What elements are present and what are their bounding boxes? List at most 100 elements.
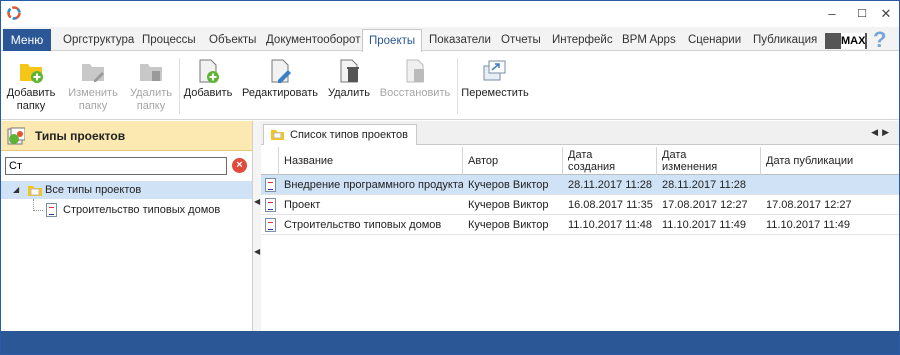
app-window: – ☐ ✕ Меню Оргструктура Процессы Объекты… <box>0 0 900 355</box>
max-label: MAX <box>841 33 866 49</box>
document-add-icon <box>199 59 219 83</box>
restore-button[interactable]: Восстановить <box>377 56 453 118</box>
tab-reports[interactable]: Отчеты <box>495 29 547 51</box>
project-types-table: Название Автор Дата создания Дата измене… <box>261 147 899 235</box>
tree-item[interactable]: Строительство типовых домов <box>1 201 252 219</box>
folder-edit-icon <box>82 64 104 82</box>
search-field[interactable] <box>5 157 227 175</box>
document-edit-icon <box>271 59 291 83</box>
collapse-icon[interactable]: ◢ <box>13 181 19 199</box>
cell-modified: 17.08.2017 12:27 <box>662 199 748 211</box>
folder-add-icon <box>20 64 43 83</box>
add-label: Добавить <box>183 87 233 99</box>
tab-scenarios[interactable]: Сценарии <box>682 29 747 51</box>
column-published[interactable]: Дата публикации <box>761 147 899 175</box>
panel-title: Типы проектов <box>35 129 126 143</box>
column-icon <box>261 147 279 175</box>
tab-indicators[interactable]: Показатели <box>423 29 497 51</box>
delete-folder-label: Удалить папку <box>130 87 172 112</box>
document-restore-icon <box>406 59 424 83</box>
cell-author: Кучеров Виктор <box>468 179 549 191</box>
tab-project-types-list[interactable]: Список типов проектов <box>263 124 417 145</box>
add-folder-label: Добавить папку <box>6 87 56 112</box>
project-types-icon <box>7 127 25 145</box>
cell-name: Строительство типовых домов <box>284 219 442 231</box>
edit-button[interactable]: Редактировать <box>239 56 321 118</box>
restore-label: Восстановить <box>379 87 451 99</box>
app-logo-icon <box>7 6 21 20</box>
help-icon[interactable]: ? <box>873 27 886 53</box>
tab-document-flow[interactable]: Документооборот <box>260 29 366 51</box>
ribbon-tab-row: Меню Оргструктура Процессы Объекты Докум… <box>1 27 899 53</box>
delete-label: Удалить <box>328 87 370 99</box>
table-row[interactable]: Строительство типовых домов Кучеров Викт… <box>261 215 899 235</box>
tab-scroll-arrows[interactable]: ◀▶ <box>871 127 893 138</box>
cell-author: Кучеров Виктор <box>468 219 549 231</box>
cell-modified: 11.10.2017 11:49 <box>662 219 747 231</box>
cell-name: Внедрение программного продукта <box>284 179 463 191</box>
move-label: Переместить <box>461 87 529 99</box>
panel-header: Типы проектов <box>1 121 252 151</box>
tab-objects[interactable]: Объекты <box>203 29 262 51</box>
folder-open-icon <box>28 186 42 196</box>
cell-created: 11.10.2017 11:48 <box>568 219 653 231</box>
status-bar <box>1 331 899 354</box>
delete-button[interactable]: Удалить <box>323 56 375 118</box>
maximize-button[interactable]: ☐ <box>849 4 875 24</box>
cell-modified: 28.11.2017 11:28 <box>662 179 747 191</box>
cell-published <box>761 175 899 195</box>
title-bar: – ☐ ✕ <box>1 1 899 27</box>
document-icon <box>46 203 57 217</box>
add-button[interactable]: Добавить <box>181 56 235 118</box>
search-input[interactable] <box>6 158 226 174</box>
max-badge: MAX <box>825 33 867 49</box>
clear-search-button[interactable]: × <box>232 158 247 173</box>
document-icon <box>265 198 276 212</box>
close-button[interactable]: ✕ <box>873 4 899 24</box>
column-created[interactable]: Дата создания <box>563 147 657 175</box>
cell-published: 17.08.2017 12:27 <box>766 199 852 211</box>
collapse-left-icon[interactable]: ◀ <box>254 247 260 256</box>
document-icon <box>265 178 276 192</box>
tree-item-root[interactable]: ◢ Все типы проектов <box>1 181 252 199</box>
tab-orgstructure[interactable]: Оргструктура <box>57 29 140 51</box>
tree-item-label: Строительство типовых домов <box>63 204 221 216</box>
tab-processes[interactable]: Процессы <box>136 29 202 51</box>
move-icon <box>483 60 506 81</box>
toolbar-separator <box>179 58 180 114</box>
panel-splitter[interactable]: ◀ ◀ <box>253 121 261 331</box>
tab-interface[interactable]: Интерфейс <box>546 29 619 51</box>
toolbar-separator <box>457 58 458 114</box>
table-row[interactable]: Внедрение программного продукта Кучеров … <box>261 175 899 195</box>
edit-label: Редактировать <box>242 87 318 99</box>
tab-bpm-apps[interactable]: BPM Apps <box>616 29 682 51</box>
delete-folder-button[interactable]: Удалить папку <box>125 56 177 118</box>
document-tab-strip: Список типов проектов ◀▶ <box>261 121 899 145</box>
cell-created: 28.11.2017 11:28 <box>568 179 653 191</box>
cell-name: Проект <box>284 199 321 211</box>
document-delete-icon <box>340 59 359 83</box>
tree-item-label: Все типы проектов <box>45 184 142 196</box>
tab-publication[interactable]: Публикация <box>747 29 823 51</box>
cell-published: 11.10.2017 11:49 <box>766 219 851 231</box>
table-header: Название Автор Дата создания Дата измене… <box>261 147 899 175</box>
collapse-left-icon[interactable]: ◀ <box>254 197 260 206</box>
table-row[interactable]: Проект Кучеров Виктор 16.08.2017 11:35 1… <box>261 195 899 215</box>
project-types-list-panel: Список типов проектов ◀▶ Название Автор … <box>261 121 899 331</box>
move-button[interactable]: Переместить <box>461 56 529 118</box>
column-author[interactable]: Автор <box>463 147 563 175</box>
cell-created: 16.08.2017 11:35 <box>568 199 653 211</box>
tab-label: Список типов проектов <box>290 129 408 141</box>
column-modified[interactable]: Дата изменения <box>657 147 761 175</box>
tab-projects[interactable]: Проекты <box>362 29 423 52</box>
menu-button[interactable]: Меню <box>3 29 51 51</box>
cell-author: Кучеров Виктор <box>468 199 549 211</box>
add-folder-button[interactable]: Добавить папку <box>5 56 57 118</box>
column-name[interactable]: Название <box>279 147 463 175</box>
minimize-button[interactable]: – <box>819 4 845 24</box>
document-icon <box>265 218 276 232</box>
folder-icon <box>271 130 284 140</box>
folder-delete-icon <box>140 64 162 81</box>
edit-folder-button[interactable]: Изменить папку <box>65 56 121 118</box>
project-types-panel: Типы проектов × ◢ Все типы проектов Стро… <box>1 121 253 331</box>
